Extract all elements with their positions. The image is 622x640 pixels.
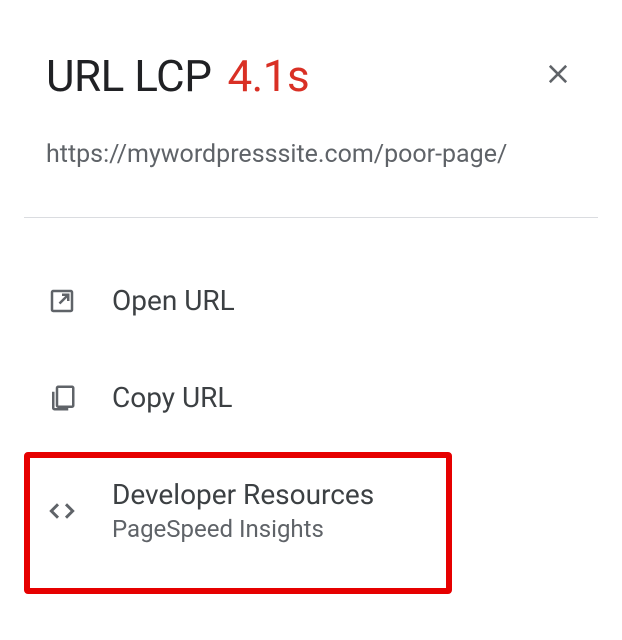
dev-resources-sublabel: PageSpeed Insights xyxy=(112,515,374,543)
developer-resources-action[interactable]: Developer Resources PageSpeed Insights xyxy=(46,460,576,561)
panel-title: URL LCP xyxy=(46,50,211,102)
copy-url-action[interactable]: Copy URL xyxy=(46,363,576,432)
actions-list: Open URL Copy URL Developer Resources Pa… xyxy=(46,218,576,561)
title-group: URL LCP 4.1s xyxy=(46,50,309,102)
url-display: https://mywordpresssite.com/poor-page/ xyxy=(46,140,576,169)
lcp-metric-value: 4.1s xyxy=(227,50,309,102)
code-icon xyxy=(46,495,78,527)
header-row: URL LCP 4.1s xyxy=(46,50,576,102)
open-url-action[interactable]: Open URL xyxy=(46,266,576,335)
copy-icon xyxy=(46,382,78,414)
dev-resources-label: Developer Resources xyxy=(112,478,374,511)
copy-url-label: Copy URL xyxy=(112,381,232,414)
close-icon xyxy=(544,76,572,91)
open-external-icon xyxy=(46,285,78,317)
close-button[interactable] xyxy=(540,56,576,95)
url-lcp-panel: URL LCP 4.1s https://mywordpresssite.com… xyxy=(0,0,622,561)
dev-resources-text-group: Developer Resources PageSpeed Insights xyxy=(112,478,374,543)
open-url-label: Open URL xyxy=(112,284,235,317)
